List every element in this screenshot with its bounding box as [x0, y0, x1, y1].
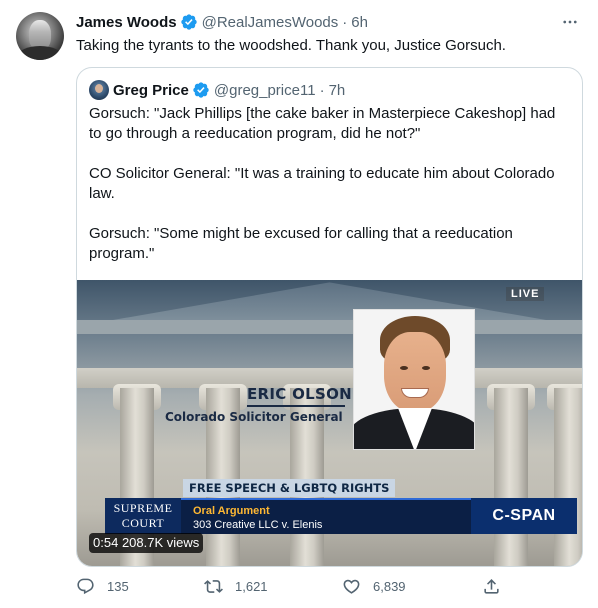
more-horizontal-icon[interactable] [560, 12, 580, 32]
reply-icon [77, 578, 94, 594]
verified-badge-icon [193, 82, 209, 98]
quoted-author-name: Greg Price [113, 81, 189, 99]
cspan-logo: C-SPAN [471, 498, 577, 534]
tweet-header: James Woods @RealJamesWoods · 6h [76, 12, 368, 32]
tweet-timestamp[interactable]: 6h [351, 14, 368, 31]
author-name[interactable]: James Woods [76, 14, 177, 31]
event-label: Oral Argument [193, 505, 270, 517]
speaker-title: Colorado Solicitor General [165, 410, 343, 424]
speaker-photo [353, 309, 475, 450]
share-icon [484, 578, 499, 594]
video-duration: 0:54 [93, 535, 119, 550]
video-player[interactable]: LIVE ERIC OLSON Colorado Solicitor Gener… [77, 280, 582, 566]
speaker-eye [400, 366, 408, 370]
separator-dot: · [319, 81, 325, 99]
reply-button[interactable]: 135 [76, 574, 129, 598]
quoted-tweet[interactable]: Greg Price @greg_price11 · 7h Gorsuch: "… [76, 67, 583, 567]
court-line-2: COURT [121, 516, 165, 530]
live-label: LIVE [506, 287, 545, 301]
event-banner: Oral Argument 303 Creative LLC v. Elenis [181, 498, 471, 534]
share-button[interactable] [482, 574, 513, 598]
reply-count: 135 [107, 578, 129, 594]
tweet[interactable]: James Woods @RealJamesWoods · 6h Taking … [0, 0, 598, 608]
supreme-court-label: SUPREME COURT [105, 498, 181, 534]
quoted-author-avatar [89, 80, 109, 100]
author-avatar[interactable] [16, 12, 64, 60]
retweet-count: 1,621 [235, 578, 268, 594]
building-frieze [77, 320, 582, 334]
speaker-name-rule [247, 405, 345, 407]
tweet-actions: 135 1,621 6,839 [76, 574, 506, 598]
author-handle[interactable]: @RealJamesWoods [202, 14, 339, 31]
speaker-head [384, 332, 446, 412]
like-icon [343, 579, 360, 594]
like-count: 6,839 [373, 578, 406, 594]
speaker-name: ERIC OLSON [247, 385, 353, 403]
verified-badge-icon [180, 14, 197, 30]
more-dots-icon [563, 20, 577, 24]
quoted-paragraph: Gorsuch: "Jack Phillips [the cake baker … [89, 105, 556, 142]
quoted-paragraph: CO Solicitor General: "It was a training… [89, 165, 555, 202]
column [554, 388, 582, 566]
court-line-1: SUPREME [113, 501, 173, 515]
retweet-icon [204, 579, 223, 593]
quoted-author-handle: @greg_price11 [213, 81, 316, 99]
speaker-eye [422, 366, 430, 370]
video-views: 208.7K views [121, 535, 200, 550]
topic-banner: FREE SPEECH & LGBTQ RIGHTS [183, 479, 396, 497]
quoted-tweet-text: Gorsuch: "Jack Phillips [the cake baker … [89, 104, 569, 284]
tweet-text: Taking the tyrants to the woodshed. Than… [76, 37, 506, 54]
like-button[interactable]: 6,839 [342, 574, 406, 598]
quoted-tweet-timestamp: 7h [328, 81, 346, 99]
separator-dot: · [342, 13, 348, 31]
retweet-button[interactable]: 1,621 [204, 574, 268, 598]
quoted-paragraph: Gorsuch: "Some might be excused for call… [89, 225, 513, 262]
case-name: 303 Creative LLC v. Elenis [193, 519, 323, 531]
column [494, 388, 528, 566]
avatar-shoulders [18, 46, 62, 60]
video-duration-views: 0:54 208.7K views [89, 533, 204, 553]
quoted-tweet-header: Greg Price @greg_price11 · 7h [89, 80, 345, 100]
